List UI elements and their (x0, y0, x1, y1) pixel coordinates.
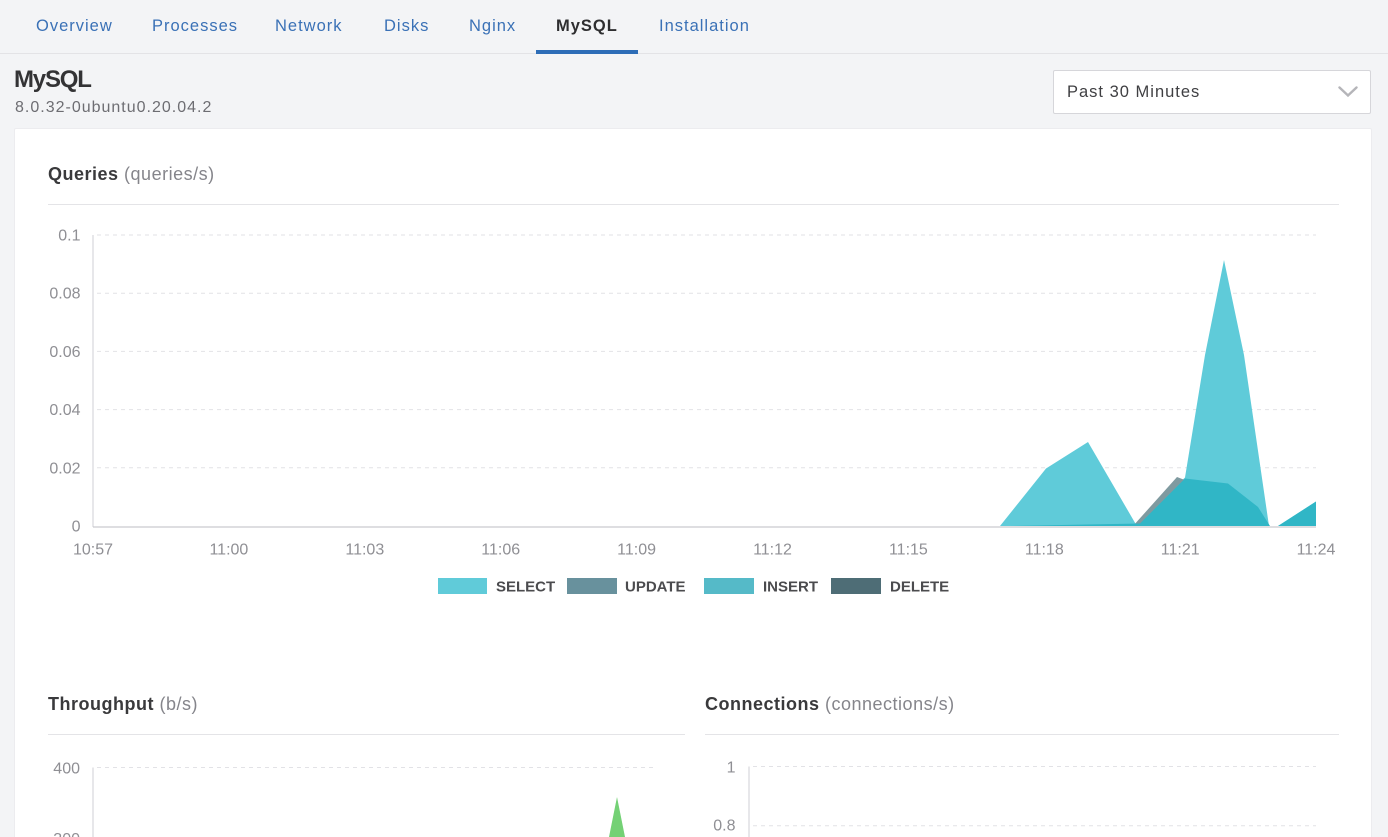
svg-text:INSERT: INSERT (763, 579, 818, 596)
svg-text:10:57: 10:57 (73, 542, 113, 559)
svg-text:11:09: 11:09 (617, 542, 656, 559)
svg-text:0.06: 0.06 (49, 344, 80, 361)
svg-text:11:12: 11:12 (753, 542, 792, 559)
svg-text:11:03: 11:03 (345, 542, 384, 559)
svg-text:0.08: 0.08 (49, 286, 80, 303)
svg-text:11:15: 11:15 (889, 542, 928, 559)
svg-text:11:18: 11:18 (1025, 542, 1064, 559)
svg-text:11:00: 11:00 (209, 542, 248, 559)
svg-text:0.8: 0.8 (713, 818, 735, 835)
svg-text:0.04: 0.04 (49, 402, 80, 419)
svg-text:11:06: 11:06 (481, 542, 520, 559)
svg-text:1: 1 (727, 759, 736, 776)
svg-text:0.02: 0.02 (49, 460, 80, 477)
svg-text:300: 300 (53, 831, 80, 837)
svg-text:DELETE: DELETE (890, 579, 949, 596)
svg-text:11:21: 11:21 (1161, 542, 1200, 559)
svg-text:0: 0 (72, 519, 81, 536)
svg-text:0.1: 0.1 (58, 228, 80, 245)
svg-text:UPDATE: UPDATE (625, 579, 686, 596)
svg-text:400: 400 (53, 760, 80, 777)
svg-text:11:24: 11:24 (1297, 542, 1336, 559)
svg-text:SELECT: SELECT (496, 579, 555, 596)
